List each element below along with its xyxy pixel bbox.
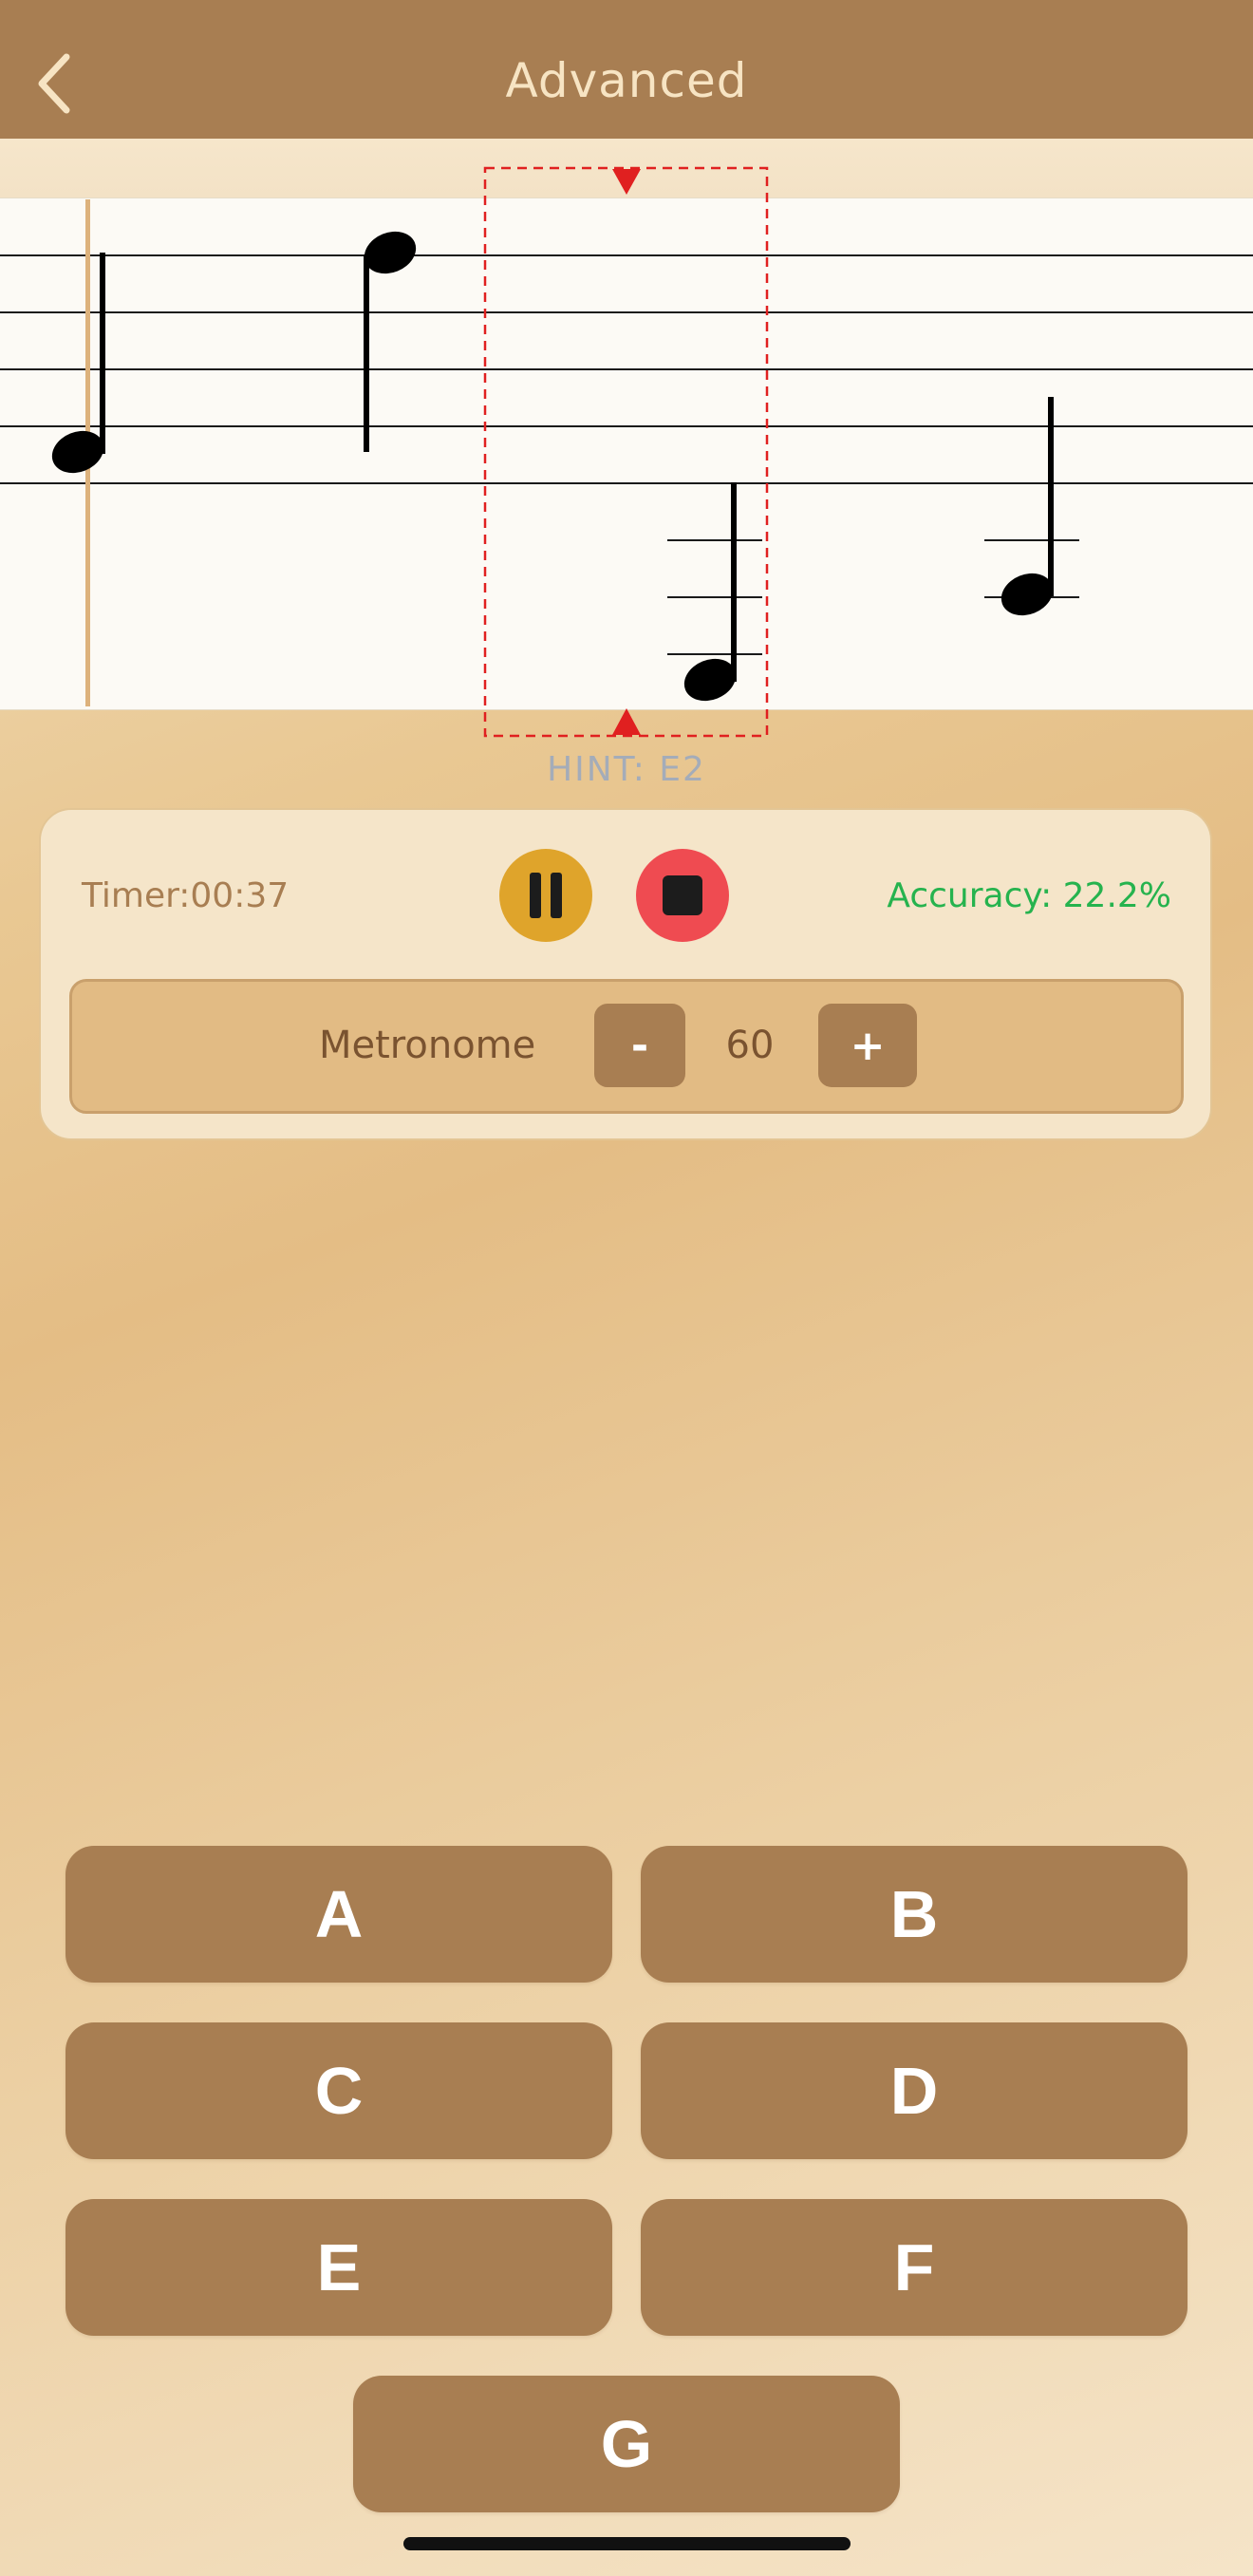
quarter-note bbox=[364, 231, 417, 452]
quarter-note bbox=[51, 253, 105, 474]
pause-button[interactable] bbox=[499, 849, 592, 942]
page-title-text: Advanced bbox=[505, 53, 748, 108]
pause-icon bbox=[530, 873, 541, 918]
quarter-note bbox=[667, 482, 762, 702]
pause-icon-bar bbox=[551, 873, 562, 918]
answer-button-a[interactable]: A bbox=[65, 1846, 612, 1983]
answer-button-e[interactable]: E bbox=[65, 2199, 612, 2336]
accuracy-label: Accuracy: 22.2% bbox=[887, 875, 1171, 915]
answer-button-b[interactable]: B bbox=[641, 1846, 1188, 1983]
timer-label: Timer:00:37 bbox=[82, 875, 290, 915]
target-box bbox=[483, 166, 769, 738]
hint-label: HINT: E2 bbox=[547, 750, 706, 789]
page-title: Advanced bbox=[0, 0, 1253, 161]
music-staff bbox=[0, 166, 1253, 738]
answer-button-g[interactable]: G bbox=[353, 2376, 900, 2512]
metronome-bpm-value: 60 bbox=[725, 1024, 775, 1067]
metronome-increase-button[interactable]: + bbox=[818, 1004, 917, 1087]
answer-button-f[interactable]: F bbox=[641, 2199, 1188, 2336]
metronome-decrease-button[interactable]: - bbox=[594, 1004, 685, 1087]
stop-button[interactable] bbox=[636, 849, 729, 942]
stop-icon bbox=[663, 875, 702, 915]
target-arrow-up-icon bbox=[612, 708, 641, 735]
metronome-label: Metronome bbox=[319, 1024, 536, 1067]
quarter-note bbox=[984, 397, 1079, 616]
answer-button-d[interactable]: D bbox=[641, 2022, 1188, 2159]
home-indicator[interactable] bbox=[403, 2537, 851, 2550]
answer-button-c[interactable]: C bbox=[65, 2022, 612, 2159]
target-arrow-down-icon bbox=[612, 169, 641, 195]
